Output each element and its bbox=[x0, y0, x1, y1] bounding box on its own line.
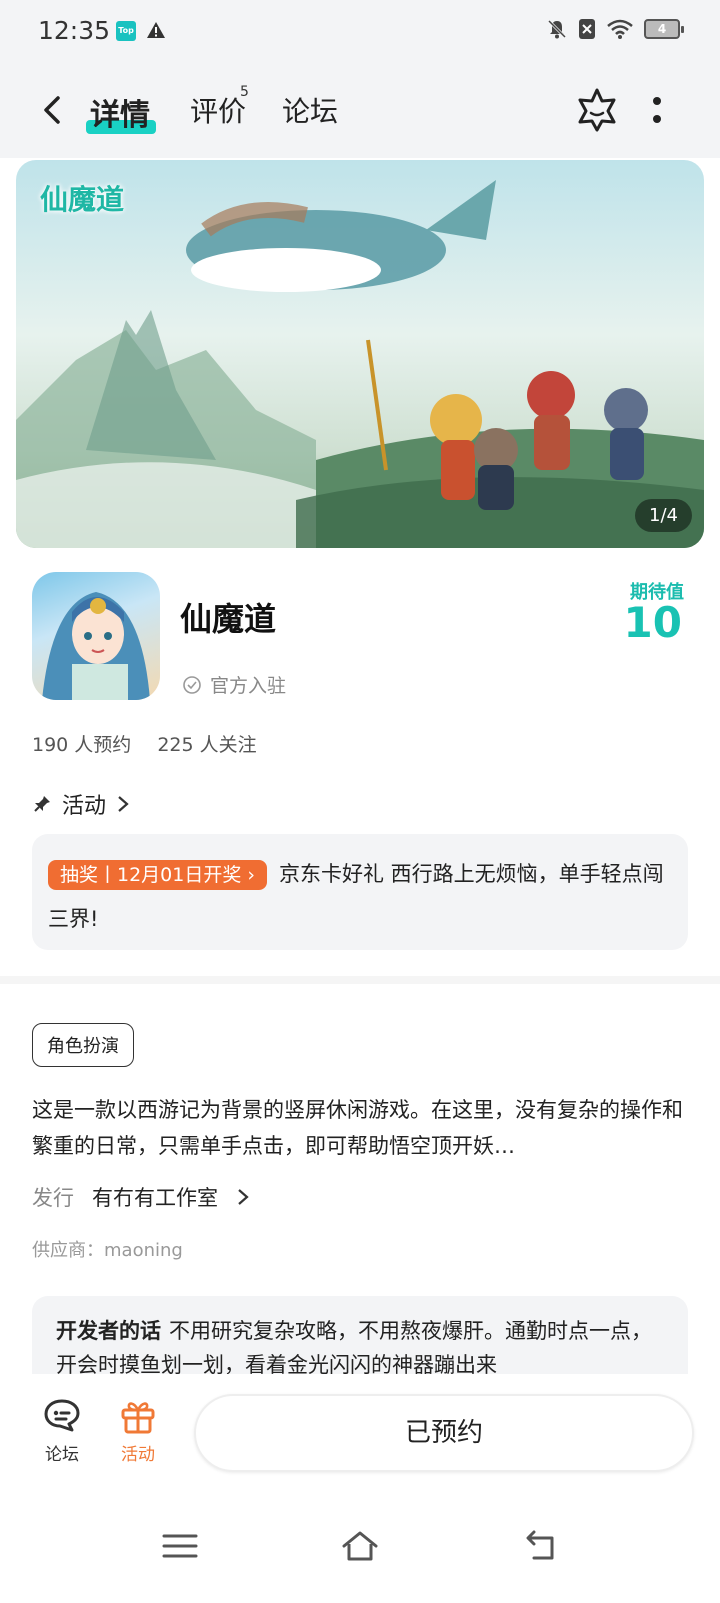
bottom-action-bar: 论坛 活动 已预约 bbox=[0, 1374, 720, 1484]
chevron-right-icon bbox=[238, 1189, 249, 1205]
warning-icon bbox=[147, 22, 165, 38]
menu-icon[interactable] bbox=[160, 1530, 200, 1562]
section-divider bbox=[0, 976, 720, 984]
game-description[interactable]: 这是一款以西游记为背景的竖屏休闲游戏。在这里，没有复杂的操作和繁重的日常，只需单… bbox=[32, 1092, 692, 1164]
gift-icon bbox=[121, 1402, 155, 1434]
chevron-right-icon bbox=[118, 796, 129, 812]
reservation-count: 190 人预约 bbox=[32, 734, 132, 756]
activity-shortcut-label: 活动 bbox=[121, 1445, 155, 1465]
tab-reviews[interactable]: 评价 bbox=[190, 90, 246, 130]
genre-tag[interactable]: 角色扮演 bbox=[32, 1023, 134, 1067]
status-icons: 4 bbox=[546, 18, 684, 40]
game-stats: 190 人预约 225 人关注 bbox=[32, 730, 257, 757]
publisher-label: 发行 bbox=[32, 1186, 74, 1210]
mute-icon bbox=[547, 19, 567, 39]
screenshot-carousel[interactable]: 仙魔道 1/4 bbox=[16, 160, 704, 548]
follower-count: 225 人关注 bbox=[157, 734, 257, 756]
tab-details[interactable]: 详情 bbox=[90, 90, 150, 134]
battery-icon: 4 bbox=[644, 19, 684, 39]
expectation-value: 10 bbox=[623, 598, 682, 647]
home-icon[interactable] bbox=[340, 1530, 380, 1562]
supplier-text: 供应商：maoning bbox=[32, 1240, 183, 1261]
activity-section-link[interactable]: 活动 bbox=[32, 788, 130, 820]
developer-notes-card[interactable]: 开发者的话 不用研究复杂攻略，不用熬夜爆肝。通勤时点一点，开会时摸鱼划一划，看着金… bbox=[32, 1296, 688, 1374]
more-options-icon[interactable] bbox=[650, 94, 664, 128]
top-nav: 详情 评价 5 论坛 bbox=[0, 64, 720, 158]
activity-shortcut[interactable]: 活动 bbox=[114, 1398, 162, 1465]
check-circle-icon bbox=[183, 675, 201, 694]
publisher-row[interactable]: 发行 有冇有工作室 bbox=[32, 1182, 250, 1212]
forum-shortcut-label: 论坛 bbox=[45, 1445, 79, 1465]
publisher-name: 有冇有工作室 bbox=[92, 1186, 218, 1210]
carousel-counter: 1/4 bbox=[635, 499, 692, 532]
lottery-tag: 抽奖丨12月01日开奖 › bbox=[48, 860, 267, 890]
banner-illustration bbox=[16, 180, 704, 548]
official-badge: 官方入驻 bbox=[182, 671, 286, 698]
activity-section-label: 活动 bbox=[62, 794, 107, 819]
game-title: 仙魔道 bbox=[180, 600, 277, 638]
back-arrow-icon[interactable] bbox=[36, 92, 72, 128]
sim-off-icon bbox=[579, 19, 595, 39]
game-app-icon bbox=[32, 572, 160, 700]
status-time: 12:35 bbox=[38, 16, 111, 45]
official-label: 官方入驻 bbox=[210, 675, 287, 697]
back-icon[interactable] bbox=[520, 1530, 560, 1562]
tab-forum[interactable]: 论坛 bbox=[282, 90, 338, 130]
system-nav-bar bbox=[0, 1484, 720, 1603]
activity-card[interactable]: 抽奖丨12月01日开奖 › 京东卡好礼 西行路上无烦恼，单手轻点闯三界! bbox=[32, 834, 688, 950]
developer-notes-title: 开发者的话 bbox=[56, 1319, 161, 1343]
pin-icon bbox=[34, 796, 50, 812]
chat-bubble-icon bbox=[44, 1399, 80, 1432]
favorite-star-icon[interactable] bbox=[574, 86, 620, 132]
top-app-icon: Top bbox=[116, 21, 136, 41]
status-bar: 12:35 Top 4 bbox=[0, 0, 720, 64]
forum-shortcut[interactable]: 论坛 bbox=[38, 1398, 86, 1465]
wifi-icon bbox=[607, 19, 633, 39]
game-logo-text: 仙魔道 bbox=[40, 183, 125, 216]
reviews-count-badge: 5 bbox=[240, 84, 249, 100]
reserved-button[interactable]: 已预约 bbox=[194, 1394, 694, 1472]
